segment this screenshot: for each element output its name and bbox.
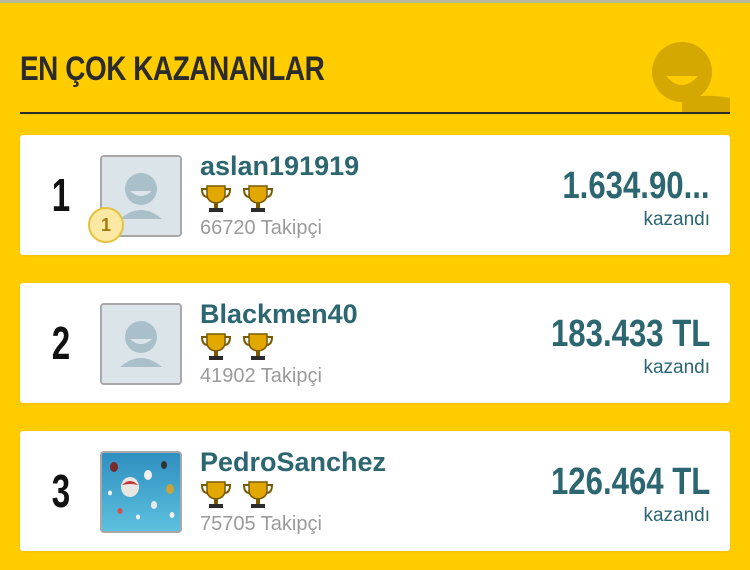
winnings-amount: 183.433 TL [550, 313, 710, 355]
hot-air-balloons-photo [102, 453, 180, 531]
winnings-amount: 1.634.90... [562, 165, 710, 207]
rank-number: 2 [51, 317, 71, 369]
page-title: EN ÇOK KAZANANLAR [20, 50, 325, 88]
follower-count: 75705 Takipçi [200, 513, 322, 535]
trophy-list [200, 479, 280, 509]
trophy-list [200, 183, 280, 213]
default-avatar-icon [102, 305, 180, 383]
trophy-icon [242, 479, 274, 509]
username-link[interactable]: Blackmen40 [200, 299, 358, 330]
winnings-label: kazandı [643, 505, 710, 526]
winnings-label: kazandı [643, 209, 710, 230]
user-silhouette-icon [638, 36, 730, 112]
leader-card-3[interactable]: 3 PedroSanchez 75705 Takipçi 126.464 TL … [20, 431, 730, 551]
follower-count: 66720 Takipçi [200, 217, 322, 239]
trophy-icon [242, 183, 274, 213]
rank-badge: 1 [88, 207, 124, 243]
username-link[interactable]: PedroSanchez [200, 447, 386, 478]
trophy-icon [200, 479, 232, 509]
trophy-icon [242, 331, 274, 361]
leader-card-1[interactable]: 1 1 aslan191919 66720 Takipçi 1.634.90..… [20, 135, 730, 255]
username-link[interactable]: aslan191919 [200, 151, 359, 182]
top-border [0, 0, 750, 3]
avatar[interactable] [100, 303, 182, 385]
rank-number: 1 [51, 169, 71, 221]
avatar[interactable] [100, 451, 182, 533]
rank-number: 3 [51, 465, 71, 517]
trophy-icon [200, 183, 232, 213]
follower-count: 41902 Takipçi [200, 365, 322, 387]
winnings-amount: 126.464 TL [550, 461, 710, 503]
trophy-list [200, 331, 280, 361]
leader-card-2[interactable]: 2 Blackmen40 41902 Takipçi 183.433 TL ka… [20, 283, 730, 403]
leaderboard-header: EN ÇOK KAZANANLAR [20, 36, 730, 114]
trophy-icon [200, 331, 232, 361]
winnings-label: kazandı [643, 357, 710, 378]
